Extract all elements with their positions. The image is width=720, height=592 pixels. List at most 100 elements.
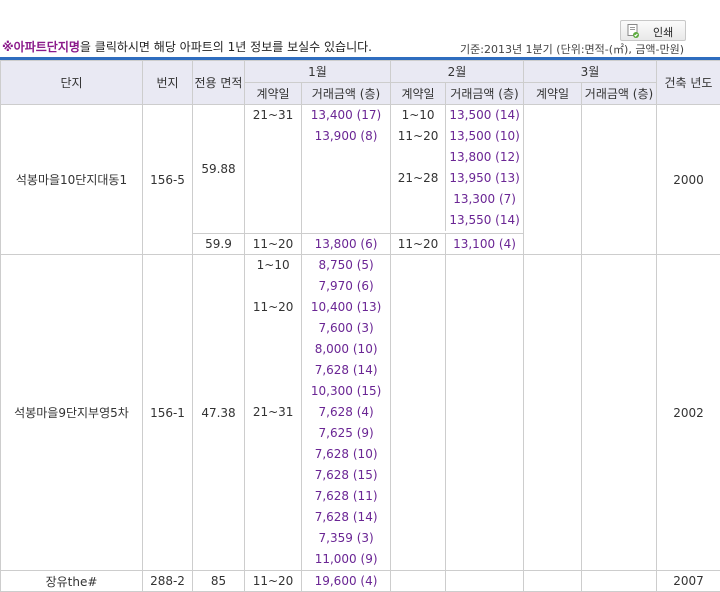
price-floor: 13,400 (17) — [310, 108, 382, 122]
complex-link[interactable]: 석봉마을10단지대동1 — [16, 173, 127, 187]
empty-cell — [391, 189, 447, 210]
feb-day-cell — [390, 254, 446, 571]
col-jan-price: 거래금액 (층) — [301, 82, 391, 105]
empty-cell — [245, 381, 303, 402]
price-floor: 13,100 (4) — [445, 233, 524, 255]
mar-price-cell — [581, 254, 657, 571]
empty-cell — [245, 276, 303, 297]
col-complex: 단지 — [0, 60, 143, 105]
feb-price-cell — [445, 254, 524, 571]
feb-price-cell — [445, 570, 524, 592]
contract-day: 11~20 — [244, 233, 302, 255]
price-floor: 7,628 (10) — [314, 447, 378, 461]
col-lot: 번지 — [142, 60, 193, 105]
empty-cell — [391, 210, 447, 231]
table-row: 석봉마을9단지부영5차 156-1 47.38 1~10 8,750 (5) 7,… — [0, 254, 720, 571]
empty-cell — [245, 423, 303, 444]
price-floor: 7,628 (14) — [314, 363, 378, 377]
price-floor: 13,800 (12) — [449, 150, 520, 164]
col-built: 건축 년도 — [656, 60, 720, 105]
print-button[interactable]: 인쇄 — [620, 20, 686, 41]
feb-subtable: 1~10 13,500 (14) 11~20 13,500 (10) 13,800 … — [391, 105, 523, 231]
feb-day-cell — [390, 570, 446, 592]
empty-cell — [245, 507, 303, 528]
empty-cell — [391, 147, 447, 168]
price-floor: 13,950 (13) — [449, 171, 520, 185]
col-jan: 1월 — [244, 60, 391, 83]
empty-cell — [245, 465, 303, 486]
contract-day: 21~31 — [252, 108, 294, 122]
empty-cell — [245, 339, 303, 360]
col-mar: 3월 — [523, 60, 657, 83]
col-feb-price: 거래금액 (층) — [445, 82, 524, 105]
complex-link[interactable]: 장유the# — [46, 575, 98, 589]
price-floor: 13,500 (10) — [449, 129, 520, 143]
built-year: 2000 — [656, 104, 720, 255]
notice-text: ※아파트단지명을 클릭하시면 해당 아파트의 1년 정보를 보실수 있습니다. — [2, 38, 372, 55]
price-floor: 7,600 (3) — [318, 321, 374, 335]
contract-day: 21~28 — [391, 168, 447, 189]
price-floor: 7,628 (4) — [318, 405, 374, 419]
lot-cell: 156-5 — [142, 104, 193, 255]
mar-price-cell — [581, 104, 657, 255]
col-jan-day: 계약일 — [244, 82, 302, 105]
price-floor: 7,628 (15) — [314, 468, 378, 482]
price-floor: 13,900 (8) — [314, 129, 378, 143]
printer-icon — [627, 23, 639, 38]
price-floor: 8,000 (10) — [314, 342, 378, 356]
price-floor: 10,400 (13) — [310, 300, 382, 314]
price-floor: 7,628 (14) — [314, 510, 378, 524]
jan-subtable: 1~10 8,750 (5) 7,970 (6) 11~20 10,400 (13)… — [245, 255, 390, 570]
price-floor: 7,359 (3) — [318, 531, 374, 545]
price-floor: 13,300 (7) — [453, 192, 516, 206]
contract-day: 11~20 — [390, 233, 446, 255]
basis-text: 기준:2013년 1분기 (단위:면적-(㎡), 금액-만원) — [460, 43, 685, 56]
price-floor: 13,800 (6) — [301, 233, 391, 255]
price-floor: 10,300 (15) — [310, 384, 382, 398]
price-floor: 7,970 (6) — [318, 279, 374, 293]
area-cell: 85 — [192, 570, 245, 592]
area-cell: 59.9 — [192, 233, 245, 255]
transaction-table: 단지 번지 전용 면적 1월 2월 3월 건축 년도 계약일 거래금액 (층) … — [0, 60, 720, 592]
notice-rest: 을 클릭하시면 해당 아파트의 1년 정보를 보실수 있습니다. — [79, 40, 372, 54]
lot-cell: 288-2 — [142, 570, 193, 592]
price-floor: 7,628 (11) — [314, 489, 378, 503]
col-mar-price: 거래금액 (층) — [581, 82, 657, 105]
contract-day: 1~10 — [391, 105, 447, 126]
empty-cell — [245, 444, 303, 465]
table-row: 석봉마을10단지대동1 156-5 59.88 21~31 13,400 (17… — [0, 104, 720, 255]
built-year: 2002 — [656, 254, 720, 571]
mar-day-cell — [523, 254, 582, 571]
complex-link[interactable]: 석봉마을9단지부영5차 — [14, 406, 129, 420]
mar-price-cell — [581, 570, 657, 592]
empty-cell — [245, 360, 303, 381]
col-feb-day: 계약일 — [390, 82, 446, 105]
price-floor: 7,625 (9) — [318, 426, 374, 440]
price-floor: 8,750 (5) — [318, 258, 374, 272]
mar-day-cell — [523, 104, 582, 255]
empty-cell — [245, 318, 303, 339]
empty-cell — [245, 486, 303, 507]
contract-day: 11~20 — [391, 126, 447, 147]
contract-day: 11~20 — [244, 570, 302, 592]
price-floor: 13,550 (14) — [449, 213, 520, 227]
col-mar-day: 계약일 — [523, 82, 582, 105]
mar-day-cell — [523, 570, 582, 592]
price-floor: 11,000 (9) — [314, 552, 378, 566]
price-floor: 13,500 (14) — [449, 108, 520, 122]
table-row: 장유the# 288-2 85 11~20 19,600 (4) 2007 — [0, 570, 720, 592]
empty-cell — [245, 549, 303, 570]
col-feb: 2월 — [390, 60, 524, 83]
area-cell: 47.38 — [192, 254, 245, 571]
contract-day: 1~10 — [245, 255, 303, 276]
area-cell: 59.88 — [192, 104, 245, 234]
lot-cell: 156-1 — [142, 254, 193, 571]
built-year: 2007 — [656, 570, 720, 592]
print-label: 인쇄 — [653, 26, 674, 39]
contract-day: 11~20 — [245, 297, 303, 318]
price-floor: 19,600 (4) — [301, 570, 391, 592]
contract-day: 21~31 — [245, 402, 303, 423]
notice-highlight: ※아파트단지명 — [2, 40, 80, 54]
col-area: 전용 면적 — [192, 60, 245, 105]
empty-cell — [245, 528, 303, 549]
